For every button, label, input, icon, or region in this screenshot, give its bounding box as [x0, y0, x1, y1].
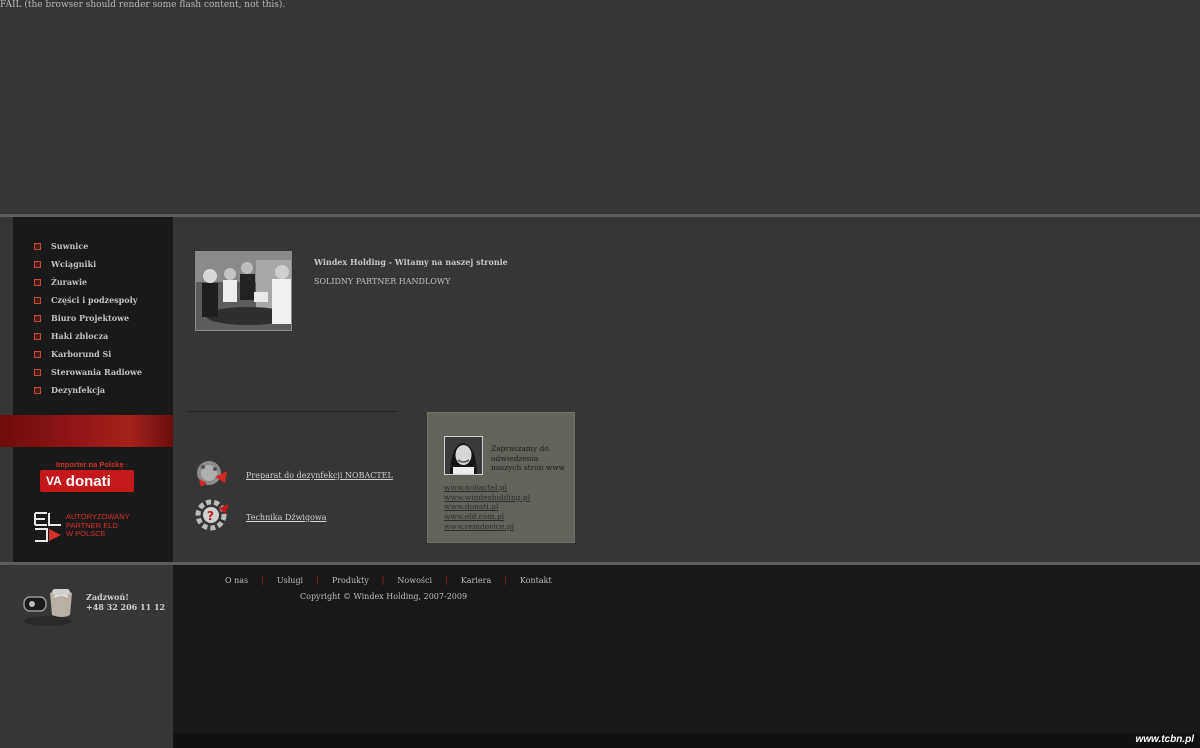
svg-text:?: ? [207, 509, 214, 523]
sidebar-item-karborund[interactable]: Karborund Si [13, 345, 142, 363]
website-links-list: www.nobactel.pl www.windexholding.pl www… [444, 483, 530, 532]
bottom-strip [173, 733, 1200, 748]
phone-icon [22, 585, 74, 627]
visit-invitation-text: Zapraszamy do odwiedzenia naszych stron … [491, 444, 566, 472]
eld-logo-icon [34, 512, 61, 542]
flash-placeholder-area [0, 0, 1200, 214]
footer-link-o-nas[interactable]: O nas [225, 576, 248, 585]
donati-wordmark: donati [65, 472, 111, 490]
visit-websites-box: Zapraszamy do odwiedzenia naszych stron … [427, 412, 575, 543]
footer-link-kariera[interactable]: Kariera [461, 576, 491, 585]
sidebar-item-label: Dezynfekcja [51, 385, 106, 395]
bullet-icon [34, 332, 41, 340]
eld-partner-logo[interactable]: AUTORYZOWANY PARTNER ELD W POLSCE [33, 511, 148, 543]
nav-separator: | [504, 576, 507, 585]
content-divider [188, 411, 398, 412]
team-meeting-image [196, 252, 291, 330]
sidebar: Suwnice Wciągniki Żurawie Części i podze… [0, 217, 173, 562]
promo-link-nobactel[interactable]: Preparat do dezynfekcji NOBACTEL [246, 471, 393, 480]
link-eld[interactable]: www.eld.com.pl [444, 512, 504, 521]
bullet-icon [34, 260, 41, 268]
promo-nobactel: Preparat do dezynfekcji NOBACTEL [193, 457, 393, 493]
sidebar-item-label: Haki zblocza [51, 331, 109, 341]
bullet-icon [34, 368, 41, 376]
eld-line3: W POLSCE [66, 529, 106, 538]
sidebar-item-label: Wciągniki [51, 259, 97, 269]
footer-contact-panel: Zadzwoń! +48 32 206 11 12 [0, 565, 173, 748]
sidebar-item-zurawie[interactable]: Żurawie [13, 273, 142, 291]
left-gutter [0, 217, 13, 562]
bullet-icon [34, 242, 41, 250]
red-accent-band [0, 415, 173, 447]
phone-number: +48 32 206 11 12 [86, 602, 166, 612]
footer: O nas | Usługi | Produkty | Nowości | Ka… [173, 565, 1200, 748]
sidebar-item-biuro-projektowe[interactable]: Biuro Projektowe [13, 309, 142, 327]
nav-separator: | [381, 576, 385, 585]
watermark: www.tcbn.pl [1135, 734, 1194, 745]
donati-tagline: Importer na Polskę [56, 460, 124, 469]
welcome-title: Windex Holding - Witamy na naszej stroni… [314, 257, 508, 267]
copyright-text: Copyright © Windex Holding, 2007-2009 [300, 592, 468, 601]
nav-separator: | [445, 576, 448, 585]
nav-separator: | [316, 576, 319, 585]
link-remdevice[interactable]: www.remdevice.pl [444, 522, 514, 531]
footer-nav: O nas | Usługi | Produkty | Nowości | Ka… [225, 576, 552, 585]
bullet-icon [34, 296, 41, 304]
call-label: Zadzwoń! [86, 592, 129, 602]
footer-link-nowosci[interactable]: Nowości [397, 576, 432, 585]
link-donati[interactable]: www.donati.pl [444, 502, 498, 511]
team-meeting-photo [195, 251, 292, 331]
sidebar-item-label: Biuro Projektowe [51, 313, 130, 323]
promo-link-dzwigowa[interactable]: Technika Dźwigowa [246, 513, 327, 522]
gear-icon: ? [193, 498, 233, 536]
sidebar-item-label: Żurawie [51, 277, 88, 287]
donati-logo[interactable]: Importer na Polskę VA donati [40, 460, 134, 494]
footer-link-produkty[interactable]: Produkty [332, 576, 369, 585]
donati-mark: VA [46, 474, 62, 488]
sidebar-item-dezynfekcja[interactable]: Dezynfekcja [13, 381, 142, 399]
sidebar-item-label: Karborund Si [51, 349, 112, 359]
link-windexholding[interactable]: www.windexholding.pl [444, 493, 530, 502]
contact-person-photo [444, 436, 483, 475]
promo-dzwigowa: ? Technika Dźwigowa [193, 498, 327, 536]
bullet-icon [34, 278, 41, 286]
main-content: Windex Holding - Witamy na naszej stroni… [173, 217, 1200, 562]
sidebar-item-haki-zblocza[interactable]: Haki zblocza [13, 327, 142, 345]
sidebar-item-suwnice[interactable]: Suwnice [13, 237, 142, 255]
sidebar-item-czesci[interactable]: Części i podzespoły [13, 291, 142, 309]
bullet-icon [34, 314, 41, 322]
sidebar-item-wciagniki[interactable]: Wciągniki [13, 255, 142, 273]
footer-link-uslugi[interactable]: Usługi [277, 576, 303, 585]
virus-disinfectant-icon [193, 457, 233, 493]
bullet-icon [34, 386, 41, 394]
flash-fail-notice: FAIL (the browser should render some fla… [0, 0, 286, 10]
sidebar-item-label: Części i podzespoły [51, 295, 138, 305]
link-nobactel[interactable]: www.nobactel.pl [444, 483, 507, 492]
nav-separator: | [261, 576, 264, 585]
footer-link-kontakt[interactable]: Kontakt [520, 576, 552, 585]
sidebar-item-label: Sterowania Radiowe [51, 367, 142, 377]
bullet-icon [34, 350, 41, 358]
sidebar-item-label: Suwnice [51, 241, 89, 251]
eld-partner-text: AUTORYZOWANY PARTNER ELD W POLSCE [66, 512, 130, 539]
donati-badge: VA donati [40, 470, 134, 492]
welcome-subtitle: SOLIDNY PARTNER HANDLOWY [314, 277, 451, 286]
sidebar-item-sterowania-radiowe[interactable]: Sterowania Radiowe [13, 363, 142, 381]
smiling-woman-image [445, 437, 482, 474]
sidebar-nav: Suwnice Wciągniki Żurawie Części i podze… [13, 237, 142, 399]
